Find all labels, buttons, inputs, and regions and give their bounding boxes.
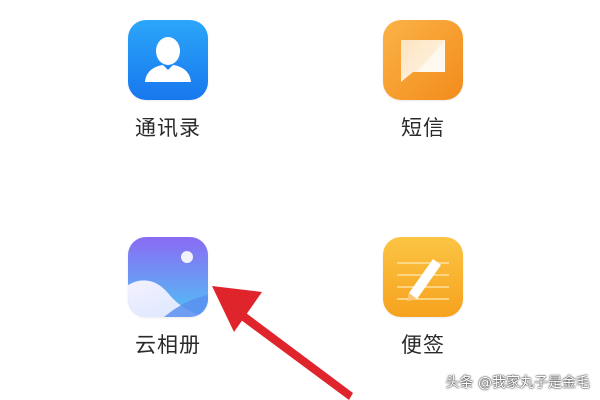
app-messages[interactable]: 短信 [368, 20, 478, 150]
app-label-contacts: 通讯录 [135, 116, 201, 140]
messages-icon [383, 20, 463, 100]
notes-icon [383, 237, 463, 317]
pointer-arrow-icon [212, 286, 353, 400]
watermark: 头条 @我家丸子是金毛 [445, 375, 590, 391]
app-label-messages: 短信 [401, 116, 445, 140]
home-screen: 通讯录 短信 云相册 便签 头条 @我家丸子是金毛 [0, 0, 600, 400]
app-contacts[interactable]: 通讯录 [113, 20, 223, 150]
app-notes[interactable]: 便签 [368, 237, 478, 367]
gallery-icon [128, 237, 208, 317]
app-label-notes: 便签 [401, 333, 445, 357]
app-label-gallery: 云相册 [135, 333, 201, 357]
contacts-icon [128, 20, 208, 100]
app-gallery[interactable]: 云相册 [113, 237, 223, 367]
